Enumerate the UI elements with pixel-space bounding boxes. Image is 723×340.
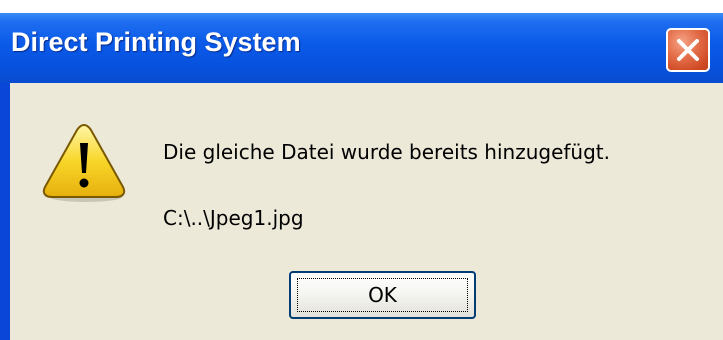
warning-icon: [42, 123, 126, 202]
message-text: Die gleiche Datei wurde bereits hinzugef…: [163, 140, 611, 164]
file-path-text: C:\..\Jpeg1.jpg: [163, 206, 304, 230]
dialog-body: Die gleiche Datei wurde bereits hinzugef…: [10, 83, 723, 340]
ok-button[interactable]: OK: [289, 271, 476, 319]
close-button[interactable]: [666, 28, 710, 72]
dialog-window: Direct Printing System Die gleiche Datei…: [0, 13, 723, 340]
close-icon: [677, 39, 699, 61]
ok-button-label: OK: [368, 283, 397, 307]
title-bar[interactable]: Direct Printing System: [0, 13, 723, 83]
window-title: Direct Printing System: [11, 27, 301, 57]
